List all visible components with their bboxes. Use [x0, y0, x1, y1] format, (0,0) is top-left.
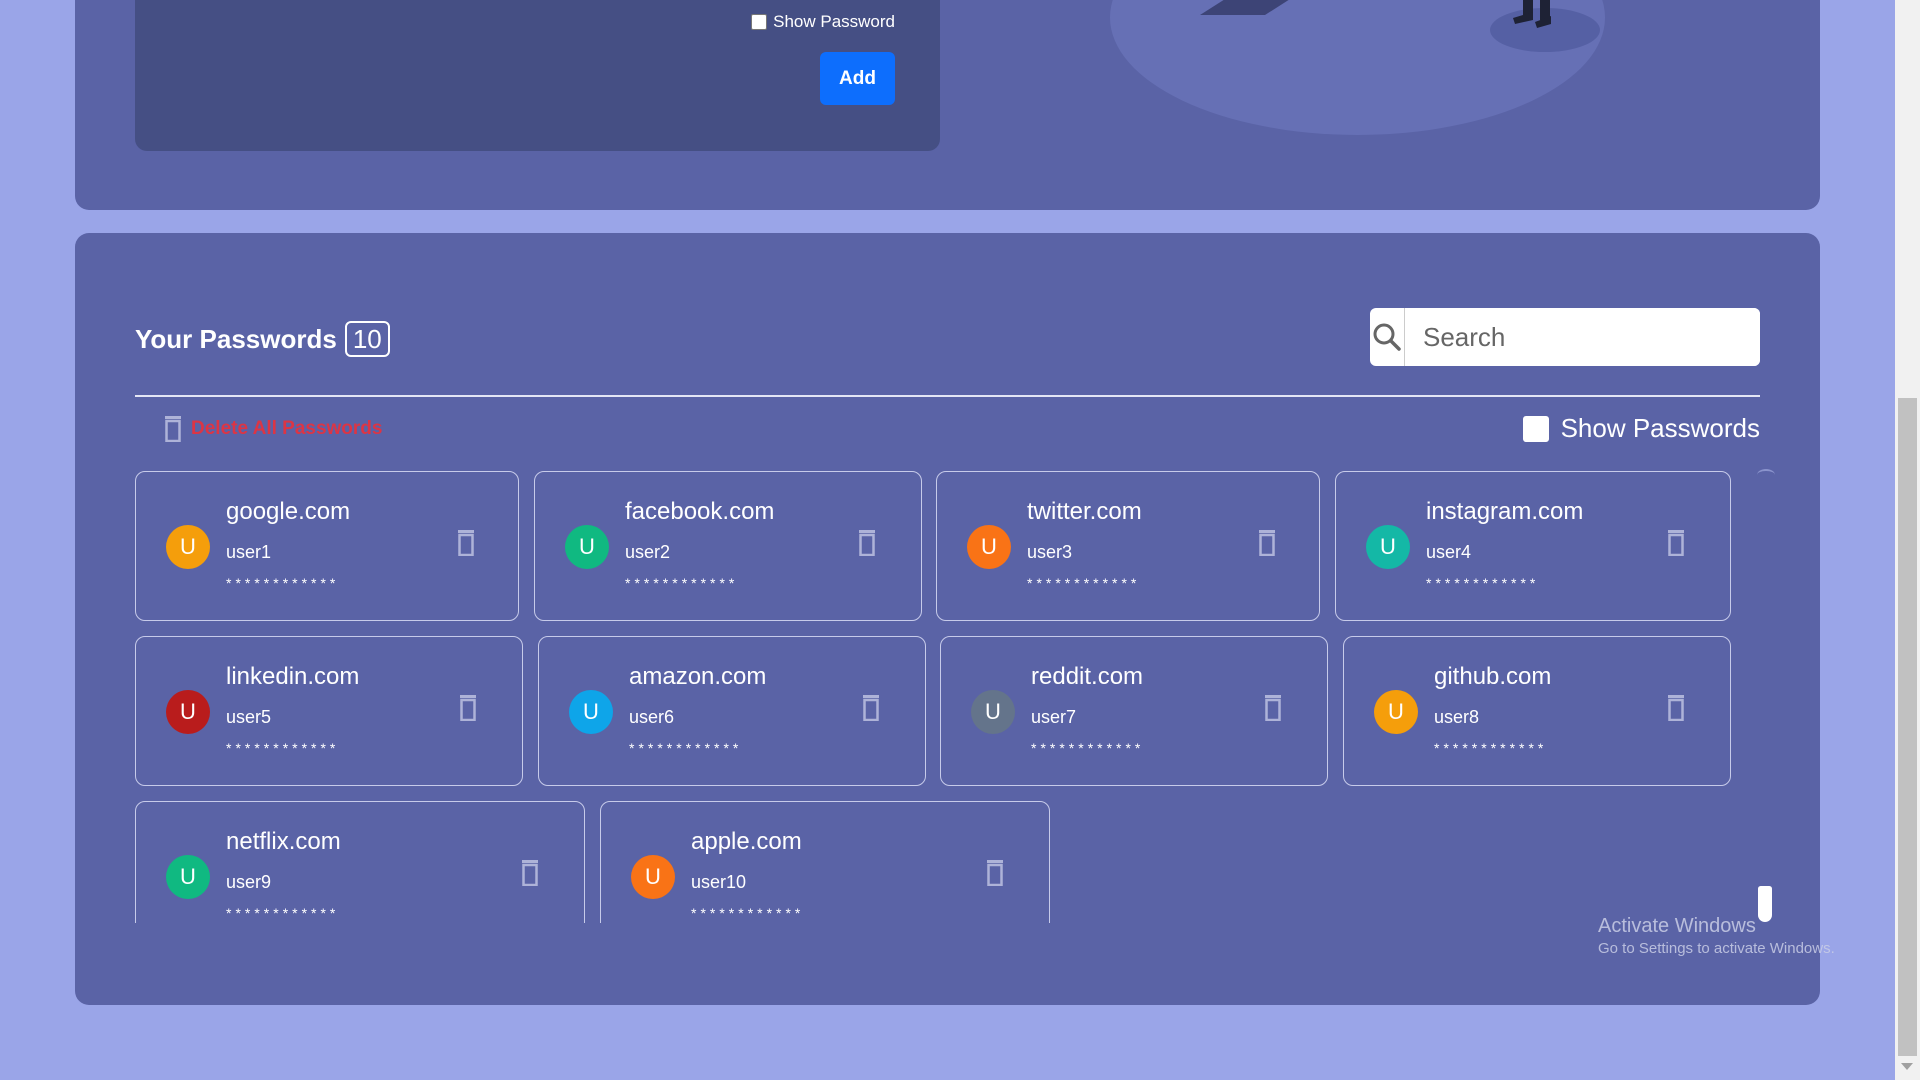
show-password-toggle[interactable]: Show Password: [751, 12, 895, 32]
avatar: U: [569, 690, 613, 734]
masked-password: ************: [1027, 575, 1141, 591]
site-name: reddit.com: [1031, 663, 1144, 690]
masked-password: ************: [1434, 740, 1548, 756]
delete-all-label: Delete All Passwords: [191, 418, 383, 439]
avatar: U: [967, 525, 1011, 569]
trash-icon[interactable]: [1257, 530, 1277, 556]
add-password-panel: Show Password Add: [75, 0, 1820, 210]
password-card: U apple.com user10 ************: [600, 801, 1050, 923]
activate-windows-watermark: Activate Windows Go to Settings to activ…: [1598, 915, 1835, 957]
password-card: U google.com user1 ************: [135, 471, 519, 621]
password-card: U reddit.com user7 ************: [940, 636, 1328, 786]
masked-password: ************: [1031, 740, 1145, 756]
username: user4: [1426, 542, 1472, 562]
trash-icon[interactable]: [456, 530, 476, 556]
password-count-badge: 10: [344, 321, 390, 357]
page-scrollbar-thumb[interactable]: [1898, 398, 1917, 1056]
password-card: U facebook.com user2 ************: [534, 471, 922, 621]
avatar: U: [166, 525, 210, 569]
password-card: U instagram.com user4 ************: [1335, 471, 1731, 621]
masked-password: ************: [226, 740, 340, 756]
masked-password: ************: [1426, 575, 1540, 591]
masked-password: ************: [691, 905, 805, 921]
masked-password: ************: [226, 905, 340, 921]
password-card: U twitter.com user3 ************: [936, 471, 1320, 621]
watermark-title: Activate Windows: [1598, 915, 1756, 937]
search-icon[interactable]: [1370, 308, 1405, 366]
site-name: amazon.com: [629, 663, 767, 690]
username: user1: [226, 542, 272, 562]
passwords-heading: Your Passwords 10: [135, 321, 390, 357]
avatar: U: [166, 690, 210, 734]
trash-icon[interactable]: [1666, 530, 1686, 556]
avatar: U: [971, 690, 1015, 734]
site-name: github.com: [1434, 663, 1552, 690]
site-name: linkedin.com: [226, 663, 360, 690]
password-card: U github.com user8 ************: [1343, 636, 1731, 786]
add-button[interactable]: Add: [820, 52, 895, 105]
trash-icon[interactable]: [458, 695, 478, 721]
trash-icon[interactable]: [1263, 695, 1283, 721]
site-name: facebook.com: [625, 498, 775, 525]
avatar: U: [1374, 690, 1418, 734]
search-bar: [1370, 308, 1760, 366]
trash-icon[interactable]: [520, 860, 540, 886]
trash-icon[interactable]: [985, 860, 1005, 886]
masked-password: ************: [226, 575, 340, 591]
password-card: U amazon.com user6 ************: [538, 636, 926, 786]
site-name: twitter.com: [1027, 498, 1142, 525]
username: user2: [625, 542, 671, 562]
site-name: google.com: [226, 498, 351, 525]
avatar: U: [631, 855, 675, 899]
delete-all-button[interactable]: Delete All Passwords: [163, 416, 382, 442]
laptop-illustration: [1200, 0, 1289, 15]
show-password-label: Show Password: [773, 12, 895, 31]
trash-icon[interactable]: [857, 530, 877, 556]
add-password-form: Show Password Add: [135, 0, 940, 151]
username: user7: [1031, 707, 1077, 727]
site-name: apple.com: [691, 828, 802, 855]
password-card: U netflix.com user9 ************: [135, 801, 585, 923]
masked-password: ************: [629, 740, 743, 756]
avatar: U: [565, 525, 609, 569]
avatar: U: [1366, 525, 1410, 569]
username: user5: [226, 707, 272, 727]
watermark-subtitle: Go to Settings to activate Windows.: [1598, 940, 1835, 957]
passwords-panel: Your Passwords 10 Delete All Passwords S…: [75, 233, 1820, 1005]
trash-icon[interactable]: [861, 695, 881, 721]
show-password-checkbox[interactable]: [751, 14, 768, 30]
password-card: U linkedin.com user5 ************: [135, 636, 523, 786]
passwords-title: Your Passwords: [135, 323, 337, 354]
site-name: instagram.com: [1426, 498, 1584, 525]
scroll-down-arrow-icon[interactable]: [1901, 1063, 1913, 1070]
username: user3: [1027, 542, 1073, 562]
password-list: U google.com user1 ************ U facebo…: [135, 471, 1765, 923]
site-name: netflix.com: [226, 828, 341, 855]
username: user10: [691, 872, 747, 892]
person-illustration: [1490, 0, 1600, 52]
trash-icon[interactable]: [1666, 695, 1686, 721]
username: user8: [1434, 707, 1480, 727]
header-divider: [135, 395, 1760, 397]
trash-icon: [165, 416, 181, 442]
search-input[interactable]: [1405, 308, 1760, 366]
username: user6: [629, 707, 675, 727]
masked-password: ************: [625, 575, 739, 591]
username: user9: [226, 872, 272, 892]
show-passwords-toggle[interactable]: Show Passwords: [1522, 413, 1760, 444]
show-passwords-checkbox[interactable]: [1522, 415, 1549, 442]
avatar: U: [166, 855, 210, 899]
show-passwords-label: Show Passwords: [1560, 413, 1760, 443]
